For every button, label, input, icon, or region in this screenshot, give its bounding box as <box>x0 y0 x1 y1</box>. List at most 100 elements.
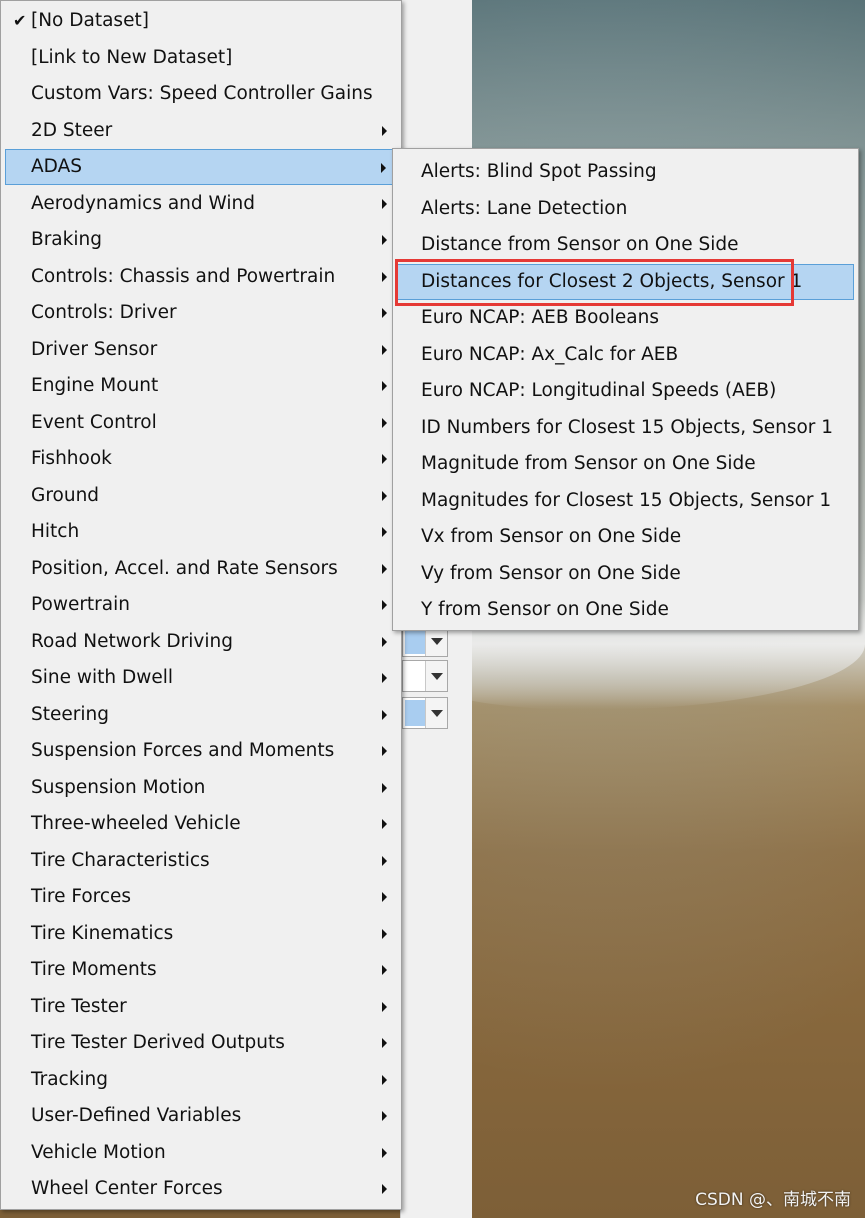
submenu-item-distance-from-sensor-on-one-side[interactable]: Distance from Sensor on One Side <box>397 227 854 263</box>
submenu-arrow-icon <box>382 673 387 683</box>
menu-item-label: Suspension Forces and Moments <box>31 740 335 761</box>
menu-item-label: Steering <box>31 703 109 725</box>
menu-item-wheel-center-forces[interactable]: Wheel Center Forces <box>5 1171 397 1207</box>
menu-item-hitch[interactable]: Hitch <box>5 514 397 550</box>
submenu-arrow-icon <box>382 271 387 282</box>
submenu-arrow-icon <box>382 1111 387 1121</box>
menu-item-vehicle-motion[interactable]: Vehicle Motion <box>5 1135 397 1171</box>
checkmark-icon: ✔ <box>13 11 27 30</box>
menu-item-label: Controls: Chassis and Powertrain <box>31 265 336 287</box>
submenu-arrow-icon <box>382 636 387 647</box>
submenu-item-magnitudes-for-closest-15-objects-sensor-1[interactable]: Magnitudes for Closest 15 Objects, Senso… <box>397 483 854 519</box>
menu-item-controls-driver[interactable]: Controls: Driver <box>5 295 397 331</box>
submenu-item-magnitude-from-sensor-on-one-side[interactable]: Magnitude from Sensor on One Side <box>397 446 854 482</box>
submenu-arrow-icon <box>382 855 387 866</box>
submenu-item-label: Vy from Sensor on One Side <box>421 562 681 584</box>
menu-item-label: Tire Tester Derived Outputs <box>31 1032 285 1053</box>
menu-item-label: Aerodynamics and Wind <box>31 192 256 214</box>
menu-item-link-to-new-dataset[interactable]: [Link to New Dataset] <box>5 40 397 76</box>
submenu-arrow-icon <box>382 417 387 428</box>
menu-item-road-network-driving[interactable]: Road Network Driving <box>5 624 397 660</box>
menu-item-tire-forces[interactable]: Tire Forces <box>5 879 397 915</box>
submenu-arrow-icon <box>382 1038 387 1048</box>
menu-item-event-control[interactable]: Event Control <box>5 405 397 441</box>
menu-item-position-accel-and-rate-sensors[interactable]: Position, Accel. and Rate Sensors <box>5 551 397 587</box>
chevron-down-icon[interactable] <box>425 661 447 691</box>
menu-item-label: Road Network Driving <box>31 630 233 652</box>
submenu-item-label: Magnitudes for Closest 15 Objects, Senso… <box>421 489 832 511</box>
dataset-context-menu: ✔ [No Dataset] [Link to New Dataset] Custom… <box>0 0 402 1210</box>
menu-item-tire-tester[interactable]: Tire Tester <box>5 989 397 1025</box>
menu-item-2d-steer[interactable]: 2D Steer <box>5 113 397 149</box>
menu-item-label: Tire Characteristics <box>31 849 210 871</box>
menu-item-aerodynamics-and-wind[interactable]: Aerodynamics and Wind <box>5 186 397 222</box>
submenu-item-label: ID Numbers for Closest 15 Objects, Senso… <box>421 416 834 438</box>
menu-item-controls-chassis-and-powertrain[interactable]: Controls: Chassis and Powertrain <box>5 259 397 295</box>
submenu-item-label: Alerts: Lane Detection <box>421 197 628 219</box>
chevron-down-icon[interactable] <box>425 698 447 728</box>
submenu-item-label: Euro NCAP: Longitudinal Speeds (AEB) <box>421 380 777 401</box>
submenu-item-distances-for-closest-2-objects-sensor-1[interactable]: Distances for Closest 2 Objects, Sensor … <box>397 263 854 300</box>
dropdown-selection <box>405 700 425 726</box>
submenu-item-label: Distances for Closest 2 Objects, Sensor … <box>421 270 803 292</box>
menu-item-label: Event Control <box>31 411 157 433</box>
menu-item-adas[interactable]: ADAS <box>5 149 397 185</box>
menu-item-custom-vars-speed-controller-gains[interactable]: Custom Vars: Speed Controller Gains <box>5 76 397 112</box>
menu-item-engine-mount[interactable]: Engine Mount <box>5 368 397 404</box>
submenu-item-vy-from-sensor-on-one-side[interactable]: Vy from Sensor on One Side <box>397 556 854 592</box>
submenu-arrow-icon <box>382 198 387 209</box>
submenu-arrow-icon <box>382 1001 387 1012</box>
submenu-item-label: Magnitude from Sensor on One Side <box>421 453 756 474</box>
menu-item-ground[interactable]: Ground <box>5 478 397 514</box>
submenu-item-vx-from-sensor-on-one-side[interactable]: Vx from Sensor on One Side <box>397 519 854 555</box>
menu-item-powertrain[interactable]: Powertrain <box>5 587 397 623</box>
submenu-arrow-icon <box>382 892 387 902</box>
menu-item-sine-with-dwell[interactable]: Sine with Dwell <box>5 660 397 696</box>
submenu-item-y-from-sensor-on-one-side[interactable]: Y from Sensor on One Side <box>397 592 854 628</box>
menu-item-tire-kinematics[interactable]: Tire Kinematics <box>5 916 397 952</box>
submenu-item-label: Alerts: Blind Spot Passing <box>421 161 657 182</box>
menu-item-label: ADAS <box>31 156 82 177</box>
menu-item-driver-sensor[interactable]: Driver Sensor <box>5 332 397 368</box>
submenu-item-euro-ncap-ax-calc-for-aeb[interactable]: Euro NCAP: Ax_Calc for AEB <box>397 337 854 373</box>
submenu-item-id-numbers-for-closest-15-objects-sensor-1[interactable]: ID Numbers for Closest 15 Objects, Senso… <box>397 410 854 446</box>
submenu-item-euro-ncap-longitudinal-speeds-aeb[interactable]: Euro NCAP: Longitudinal Speeds (AEB) <box>397 373 854 409</box>
submenu-arrow-icon <box>382 527 387 537</box>
menu-item-label: Tire Tester <box>31 995 127 1017</box>
menu-item-label: Tire Kinematics <box>31 922 174 944</box>
submenu-arrow-icon <box>382 965 387 975</box>
menu-item-label: Powertrain <box>31 594 130 615</box>
menu-item-label: Tracking <box>31 1068 109 1090</box>
submenu-arrow-icon <box>382 235 387 245</box>
menu-item-tire-characteristics[interactable]: Tire Characteristics <box>5 843 397 879</box>
menu-item-tire-moments[interactable]: Tire Moments <box>5 952 397 988</box>
submenu-item-euro-ncap-aeb-booleans[interactable]: Euro NCAP: AEB Booleans <box>397 300 854 336</box>
menu-item-suspension-forces-and-moments[interactable]: Suspension Forces and Moments <box>5 733 397 769</box>
menu-item-fishhook[interactable]: Fishhook <box>5 441 397 477</box>
submenu-item-label: Distance from Sensor on One Side <box>421 234 739 255</box>
menu-item-braking[interactable]: Braking <box>5 222 397 258</box>
menu-item-tracking[interactable]: Tracking <box>5 1062 397 1098</box>
submenu-arrow-icon <box>382 709 387 720</box>
menu-item-user-defined-variables[interactable]: User-Defined Variables <box>5 1098 397 1134</box>
submenu-item-alerts-lane-detection[interactable]: Alerts: Lane Detection <box>397 191 854 227</box>
menu-item-steering[interactable]: Steering <box>5 697 397 733</box>
menu-item-label: Tire Forces <box>31 886 132 907</box>
submenu-arrow-icon <box>382 1147 387 1158</box>
submenu-arrow-icon <box>382 563 387 574</box>
dataset-dropdown-2[interactable] <box>402 660 448 692</box>
menu-item-no-dataset[interactable]: ✔ [No Dataset] <box>5 3 397 39</box>
watermark-text: CSDN @、南城不南 <box>695 1190 851 1210</box>
submenu-arrow-icon <box>381 163 386 173</box>
menu-item-tire-tester-derived-outputs[interactable]: Tire Tester Derived Outputs <box>5 1025 397 1061</box>
menu-item-label: Three-wheeled Vehicle <box>31 813 241 834</box>
menu-item-label: Vehicle Motion <box>31 1141 166 1163</box>
menu-item-label: Fishhook <box>31 448 112 469</box>
submenu-arrow-icon <box>382 454 387 464</box>
menu-item-three-wheeled-vehicle[interactable]: Three-wheeled Vehicle <box>5 806 397 842</box>
dataset-dropdown-3[interactable] <box>402 697 448 729</box>
menu-item-suspension-motion[interactable]: Suspension Motion <box>5 770 397 806</box>
menu-item-label: Wheel Center Forces <box>31 1178 223 1199</box>
menu-item-label: Sine with Dwell <box>31 667 174 688</box>
submenu-item-alerts-blind-spot-passing[interactable]: Alerts: Blind Spot Passing <box>397 154 854 190</box>
